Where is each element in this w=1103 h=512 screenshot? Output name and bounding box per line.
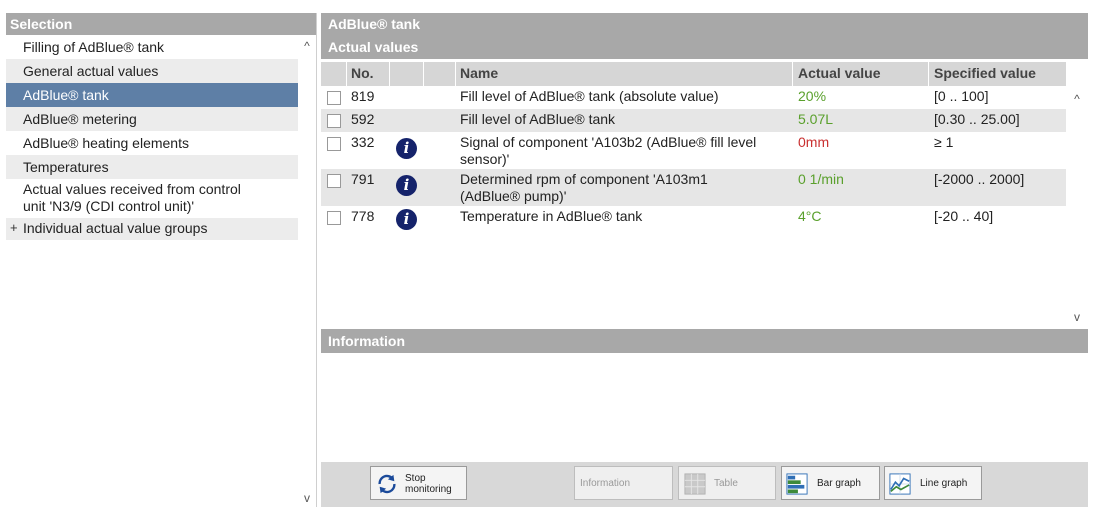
- row-name: Temperature in AdBlue® tank: [460, 208, 643, 224]
- table-row[interactable]: 791 i Determined rpm of component 'A103m…: [321, 169, 1066, 206]
- stop-monitoring-label: Stop monitoring: [405, 473, 452, 495]
- actual-values-table: No. Name Actual value Specified value 81…: [321, 62, 1088, 328]
- selection-item-metering[interactable]: AdBlue® metering: [6, 107, 298, 131]
- row-number: 778: [351, 208, 375, 224]
- information-button-label: Information: [580, 478, 631, 489]
- info-icon[interactable]: i: [396, 175, 417, 196]
- expand-plus-icon[interactable]: +: [10, 220, 18, 236]
- selection-item-label: AdBlue® metering: [23, 111, 137, 127]
- table-button-label: Table: [714, 478, 738, 489]
- selection-item-label: General actual values: [23, 63, 159, 79]
- diagnostic-window: Selection Filling of AdBlue® tank Genera…: [0, 0, 1103, 512]
- row-number: 332: [351, 134, 375, 150]
- main-panel: AdBlue® tank Actual values No. Name Actu…: [321, 13, 1088, 507]
- row-number: 791: [351, 171, 375, 187]
- selection-item-label: Individual actual value groups: [23, 220, 208, 236]
- selection-item-adblue-tank[interactable]: AdBlue® tank: [6, 83, 298, 107]
- table-icon: [684, 473, 706, 495]
- selection-item-general[interactable]: General actual values: [6, 59, 298, 83]
- info-icon[interactable]: i: [396, 138, 417, 159]
- selection-header: Selection: [6, 13, 316, 35]
- row-number: 819: [351, 88, 375, 104]
- row-checkbox[interactable]: [327, 137, 341, 151]
- row-actual-value: 5.07L: [798, 111, 834, 127]
- row-specified-value: ≥ 1: [934, 134, 954, 150]
- row-specified-value: [0 .. 100]: [934, 88, 989, 104]
- row-name: Fill level of AdBlue® tank: [460, 111, 616, 127]
- row-checkbox[interactable]: [327, 114, 341, 128]
- row-checkbox[interactable]: [327, 174, 341, 188]
- info-icon[interactable]: i: [396, 209, 417, 230]
- information-button[interactable]: Information: [574, 466, 673, 500]
- selection-item-label-line2: unit 'N3/9 (CDI control unit)': [23, 198, 195, 214]
- table-button[interactable]: Table: [678, 466, 776, 500]
- selection-item-label-line1: Actual values received from control: [23, 181, 241, 197]
- row-specified-value: [-2000 .. 2000]: [934, 171, 1025, 187]
- row-checkbox[interactable]: [327, 211, 341, 225]
- row-name: Signal of component 'A103b2 (AdBlue® fil…: [460, 134, 757, 167]
- selection-item-individual-groups[interactable]: + Individual actual value groups: [6, 218, 298, 240]
- row-name: Fill level of AdBlue® tank (absolute val…: [460, 88, 719, 104]
- table-row[interactable]: 592 Fill level of AdBlue® tank 5.07L [0.…: [321, 109, 1066, 132]
- line-graph-icon: [889, 473, 911, 495]
- selection-item-filling[interactable]: Filling of AdBlue® tank: [6, 35, 298, 59]
- bar-graph-button[interactable]: Bar graph: [781, 466, 880, 500]
- bar-graph-icon: [786, 473, 808, 495]
- bar-graph-label: Bar graph: [817, 478, 861, 489]
- selection-item-label: AdBlue® tank: [23, 87, 109, 103]
- row-name: Determined rpm of component 'A103m1 (AdB…: [460, 171, 708, 204]
- scroll-up-icon[interactable]: ^: [1066, 92, 1088, 106]
- row-number: 592: [351, 111, 375, 127]
- row-checkbox[interactable]: [327, 91, 341, 105]
- column-name[interactable]: Name: [460, 62, 498, 86]
- table-header: No. Name Actual value Specified value: [321, 62, 1066, 86]
- stop-monitoring-button[interactable]: Stop monitoring: [370, 466, 467, 500]
- row-actual-value: 4°C: [798, 208, 822, 224]
- selection-item-temperatures[interactable]: Temperatures: [6, 155, 298, 179]
- row-actual-value: 0 1/min: [798, 171, 844, 187]
- information-header: Information: [321, 329, 1088, 353]
- row-actual-value: 20%: [798, 88, 827, 104]
- selection-item-label: Filling of AdBlue® tank: [23, 39, 165, 55]
- selection-item-heating[interactable]: AdBlue® heating elements: [6, 131, 298, 155]
- scroll-up-icon[interactable]: ^: [298, 39, 316, 53]
- table-row[interactable]: 819 Fill level of AdBlue® tank (absolute…: [321, 86, 1066, 109]
- scroll-down-icon[interactable]: v: [1066, 310, 1088, 324]
- bottom-toolbar: Stop monitoring Information Table Bar gr…: [321, 462, 1088, 507]
- selection-item-label: Temperatures: [23, 159, 109, 175]
- information-area: [321, 353, 1088, 462]
- column-no[interactable]: No.: [351, 62, 374, 86]
- actual-values-header: Actual values: [321, 35, 1088, 59]
- refresh-icon: [378, 474, 396, 494]
- column-actual-value[interactable]: Actual value: [798, 62, 880, 86]
- selection-item-label: AdBlue® heating elements: [23, 135, 189, 151]
- selection-panel: Selection Filling of AdBlue® tank Genera…: [6, 13, 317, 507]
- column-specified-value[interactable]: Specified value: [934, 62, 1036, 86]
- scroll-down-icon[interactable]: v: [298, 491, 316, 505]
- table-row[interactable]: 778 i Temperature in AdBlue® tank 4°C [-…: [321, 206, 1066, 233]
- row-specified-value: [0.30 .. 25.00]: [934, 111, 1020, 127]
- row-actual-value: 0mm: [798, 134, 830, 150]
- line-graph-button[interactable]: Line graph: [884, 466, 982, 500]
- selection-item-received-values[interactable]: Actual values received from control unit…: [6, 179, 298, 218]
- panel-title: AdBlue® tank: [321, 13, 1088, 35]
- line-graph-label: Line graph: [920, 478, 968, 489]
- selection-list: Filling of AdBlue® tank General actual v…: [6, 35, 298, 240]
- selection-scrollbar[interactable]: ^ v: [298, 35, 316, 507]
- row-specified-value: [-20 .. 40]: [934, 208, 994, 224]
- table-scrollbar[interactable]: ^ v: [1066, 86, 1088, 328]
- table-row[interactable]: 332 i Signal of component 'A103b2 (AdBlu…: [321, 132, 1066, 169]
